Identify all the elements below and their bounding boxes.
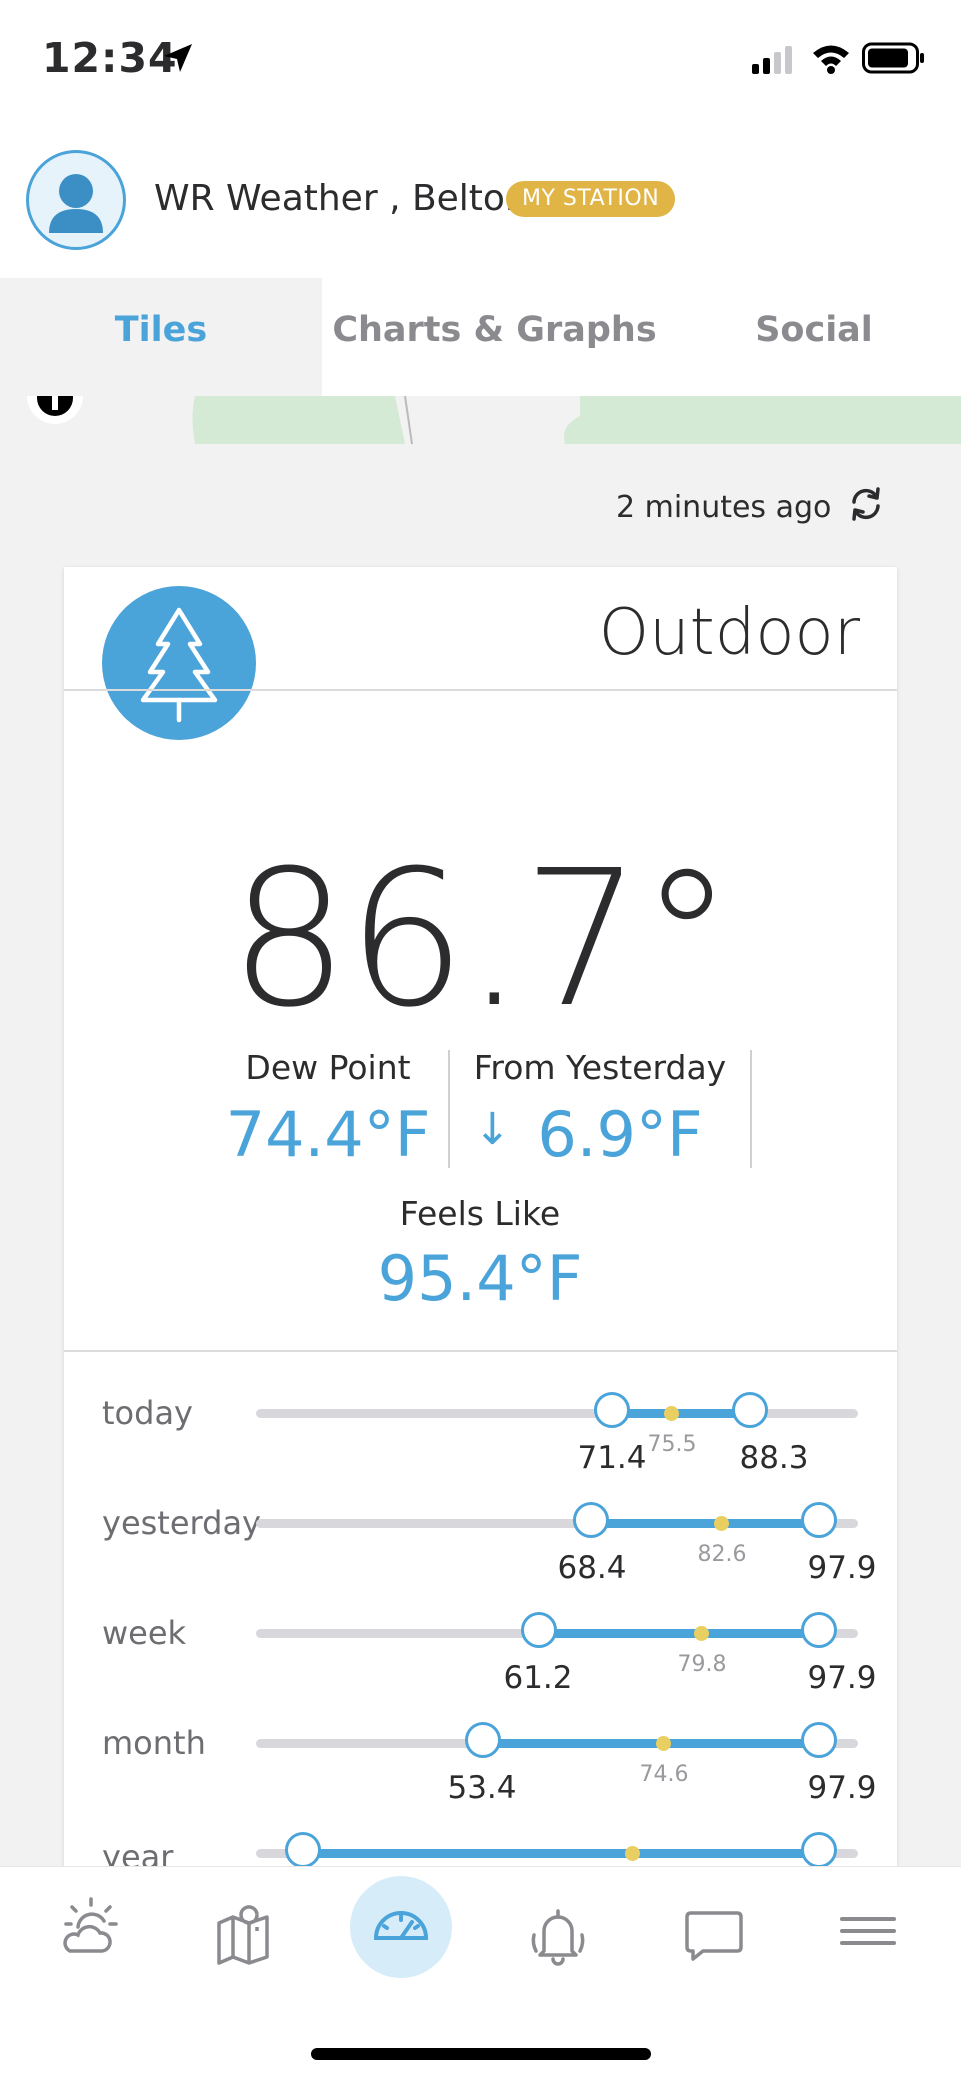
range-avg-dot: [694, 1626, 709, 1641]
status-time: 12:34: [42, 34, 178, 82]
battery-icon: [862, 42, 924, 74]
map-icon: [217, 1905, 269, 1965]
range-low-knob[interactable]: [594, 1392, 630, 1428]
range-low-knob[interactable]: [573, 1502, 609, 1538]
tab-tiles[interactable]: Tiles: [0, 278, 322, 396]
alerts-icon: [531, 1909, 585, 1966]
range-label-yesterday: yesterday: [102, 1504, 261, 1542]
down-arrow-icon: ↓: [474, 1104, 511, 1155]
range-high-knob[interactable]: [801, 1612, 837, 1648]
range-label-month: month: [102, 1724, 206, 1762]
weather-icon: [63, 1897, 118, 1953]
from-yesterday-value: 6.9°F: [537, 1098, 703, 1171]
range-avg-value: 79.8: [677, 1652, 727, 1677]
dew-point-label: Dew Point: [245, 1048, 411, 1087]
avatar[interactable]: [26, 150, 126, 250]
tab-bar: Tiles Charts & Graphs Social: [0, 278, 961, 396]
range-avg-value: 74.6: [639, 1762, 689, 1787]
range-high-knob[interactable]: [801, 1722, 837, 1758]
stat-divider: [448, 1050, 450, 1168]
stat-divider: [750, 1050, 752, 1168]
range-avg-value: 82.6: [697, 1542, 747, 1567]
nav-alerts[interactable]: [508, 1867, 608, 1997]
range-low-value: 53.4: [447, 1770, 517, 1806]
range-fill: [590, 1519, 818, 1528]
range-high-value: 97.9: [807, 1770, 877, 1806]
range-avg-dot: [664, 1406, 679, 1421]
card-divider: [64, 689, 897, 691]
bottom-nav: [0, 1866, 961, 1997]
tree-icon: [102, 586, 256, 740]
range-fill: [611, 1409, 749, 1418]
range-low-knob[interactable]: [465, 1722, 501, 1758]
home-indicator[interactable]: [311, 2048, 651, 2060]
range-avg-dot: [625, 1846, 640, 1861]
cellular-signal-icon: [752, 46, 792, 74]
range-label-today: today: [102, 1394, 193, 1432]
nav-chat[interactable]: [663, 1867, 763, 1997]
range-avg-value: 75.5: [647, 1432, 697, 1457]
map-preview[interactable]: [0, 396, 961, 446]
card-title: Outdoor: [598, 596, 860, 670]
dashboard-icon: [373, 1911, 429, 1940]
range-label-week: week: [102, 1614, 187, 1652]
current-temperature: 86.7°: [229, 830, 734, 1049]
card-divider: [64, 1350, 897, 1352]
refresh-icon[interactable]: [846, 484, 886, 524]
wifi-icon: [813, 45, 849, 74]
feels-like-value: 95.4°F: [377, 1242, 583, 1315]
home-indicator-area: [0, 1996, 961, 2081]
range-low-knob[interactable]: [521, 1612, 557, 1648]
range-fill: [482, 1739, 818, 1748]
range-low-value: 68.4: [557, 1550, 627, 1586]
range-high-knob[interactable]: [732, 1392, 768, 1428]
location-arrow-icon: [164, 44, 192, 72]
range-high-knob[interactable]: [801, 1502, 837, 1538]
range-high-knob[interactable]: [801, 1832, 837, 1868]
chat-icon: [685, 1911, 743, 1961]
range-high-value: 88.3: [739, 1440, 809, 1476]
range-low-knob[interactable]: [285, 1832, 321, 1868]
range-low-value: 71.4: [577, 1440, 647, 1476]
nav-dashboard[interactable]: [350, 1876, 452, 1978]
feels-like-label: Feels Like: [399, 1194, 561, 1233]
nav-weather[interactable]: [40, 1867, 140, 1997]
range-high-value: 97.9: [807, 1660, 877, 1696]
station-name[interactable]: WR Weather , Belton: [154, 178, 528, 219]
range-fill: [302, 1849, 818, 1858]
user-icon: [49, 174, 103, 233]
dew-point-value: 74.4°F: [225, 1098, 431, 1171]
range-avg-dot: [656, 1736, 671, 1751]
nav-map[interactable]: [195, 1867, 295, 1997]
menu-icon: [840, 1917, 896, 1945]
range-avg-dot: [714, 1516, 729, 1531]
tab-charts-graphs[interactable]: Charts & Graphs: [322, 278, 667, 396]
range-fill: [538, 1629, 818, 1638]
from-yesterday-label: From Yesterday: [473, 1048, 727, 1087]
my-station-badge: MY STATION: [506, 181, 676, 217]
nav-menu[interactable]: [818, 1867, 918, 1997]
range-high-value: 97.9: [807, 1550, 877, 1586]
range-low-value: 61.2: [503, 1660, 573, 1696]
tab-social[interactable]: Social: [667, 278, 961, 396]
last-updated: 2 minutes ago: [616, 490, 832, 525]
